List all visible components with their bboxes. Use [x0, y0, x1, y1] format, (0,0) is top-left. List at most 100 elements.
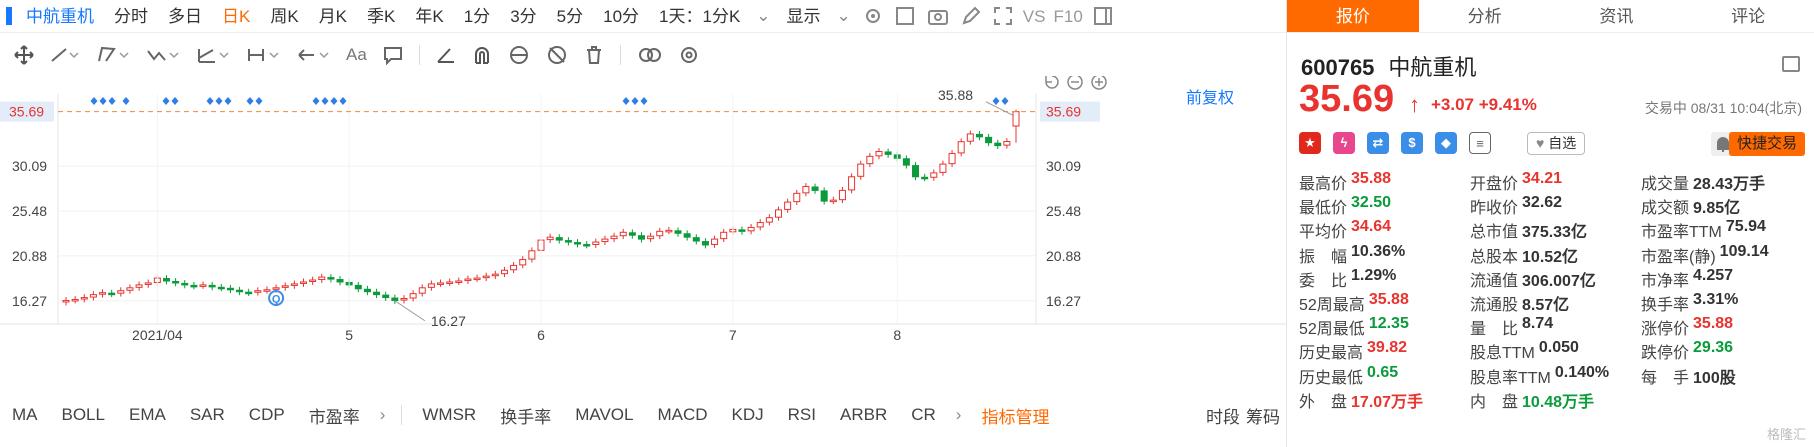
comment-icon[interactable] [383, 45, 403, 65]
stats-grid: 最高价 35.88 开盘价 34.21 成交量 28.43万手 最低价 32.50 昨收价 32.… [1299, 170, 1809, 412]
stock-code: 600765 [1301, 55, 1375, 80]
panel-layout-icon[interactable] [1782, 56, 1800, 72]
shuffle-icon[interactable]: ⇄ [1367, 132, 1389, 154]
candle-body [857, 163, 865, 177]
indicator-ema[interactable]: EMA [117, 405, 178, 425]
f10-button[interactable]: F10 [1049, 0, 1086, 33]
notes-icon[interactable]: ≡ [1469, 132, 1491, 154]
candle-body [848, 176, 856, 191]
indicator-cr[interactable]: CR [899, 405, 948, 425]
kline-chart[interactable]: 30.09 30.09 25.48 25.48 20.88 20.88 16.27 16.27… [0, 76, 1286, 384]
range-tool-icon[interactable] [246, 45, 280, 65]
indicator-turnover[interactable]: 换手率 [488, 403, 563, 428]
tag-icon[interactable]: ◆ [1435, 132, 1457, 154]
stat-label: 成交量 [1641, 176, 1690, 194]
fullscreen-icon[interactable] [993, 6, 1013, 26]
tab-analysis[interactable]: 分析 [1419, 0, 1551, 32]
line-tool-icon[interactable] [50, 45, 80, 65]
price-change: +3.07 +9.41% [1431, 95, 1537, 115]
chevron-right-icon[interactable]: › [948, 405, 970, 425]
chevron-down-icon[interactable]: ⌄ [837, 6, 851, 26]
move-icon[interactable] [14, 45, 34, 65]
dollar-icon[interactable]: $ [1401, 132, 1423, 154]
indicator-boll[interactable]: BOLL [50, 405, 117, 425]
indicator-cdp[interactable]: CDP [237, 405, 297, 425]
arrow-tool-icon[interactable] [296, 45, 330, 65]
zoom-in-plus [1095, 78, 1103, 86]
tab-news[interactable]: 资讯 [1551, 0, 1683, 32]
candle-body [245, 291, 253, 295]
candle-body [135, 284, 143, 288]
tab-5min[interactable]: 5分 [547, 0, 593, 33]
tab-weekly-k[interactable]: 周K [260, 0, 308, 33]
x-tick-label: 6 [537, 327, 545, 343]
magnet-icon[interactable] [472, 45, 492, 65]
pencil-icon[interactable] [961, 6, 981, 26]
indicator-sar[interactable]: SAR [178, 405, 237, 425]
display-menu[interactable]: 显示 [777, 0, 831, 33]
indicator-macd[interactable]: MACD [645, 405, 719, 425]
indicator-manage-button[interactable]: 指标管理 [969, 403, 1061, 428]
gear-icon[interactable] [679, 45, 699, 65]
link-icon[interactable] [637, 45, 663, 65]
tab-intraday[interactable]: 分时 [104, 0, 158, 33]
quick-trade-button[interactable]: 快捷交易 [1728, 132, 1805, 156]
tab-quarterly-k[interactable]: 季K [357, 0, 405, 33]
square-icon[interactable] [895, 6, 915, 26]
indicator-mavol[interactable]: MAVOL [563, 405, 645, 425]
chevron-down-icon[interactable]: ⌄ [756, 6, 770, 26]
polyline-tool-icon[interactable] [96, 45, 130, 65]
trash-icon[interactable] [584, 45, 604, 65]
adjust-mode-button[interactable]: 前复权 [1186, 84, 1234, 108]
candle-body [62, 299, 70, 303]
candle-body [546, 236, 554, 241]
hide-icon[interactable] [546, 45, 568, 65]
indicator-rsi[interactable]: RSI [776, 405, 828, 425]
tab-yearly-k[interactable]: 年K [405, 0, 453, 33]
low-annotation-label: 16.27 [431, 313, 466, 329]
wave-tool-icon[interactable] [146, 45, 180, 65]
tab-monthly-k[interactable]: 月K [309, 0, 357, 33]
indicator-ma[interactable]: MA [0, 405, 50, 425]
camera-icon[interactable] [927, 6, 949, 26]
chevron-right-icon[interactable]: › [372, 405, 394, 425]
tab-1day-1min-k[interactable]: 1天：1分K [649, 0, 750, 33]
session-button[interactable]: 时段 [1202, 403, 1244, 428]
gear-icon[interactable] [863, 6, 883, 26]
tab-multiday[interactable]: 多日 [158, 0, 212, 33]
eye-icon[interactable] [508, 45, 530, 65]
signal-diamond [122, 97, 130, 105]
tab-comments[interactable]: 评论 [1682, 0, 1814, 32]
indicator-wmsr[interactable]: WMSR [410, 405, 488, 425]
tab-1min[interactable]: 1分 [454, 0, 500, 33]
angle-tool-icon[interactable] [436, 45, 456, 65]
ruler-tool-icon[interactable] [196, 45, 230, 65]
x-tick-label: 8 [893, 327, 901, 343]
candle-body [473, 277, 481, 281]
candle-body [254, 290, 262, 293]
tab-daily-k[interactable]: 日K [212, 0, 260, 33]
vs-button[interactable]: VS [1019, 0, 1050, 33]
candle-body [172, 280, 180, 284]
text-tool-icon[interactable]: Aa [346, 45, 367, 65]
signal-diamond [246, 97, 254, 105]
tab-10min[interactable]: 10分 [593, 0, 649, 33]
indicator-kdj[interactable]: KDJ [720, 405, 776, 425]
candle-body [300, 281, 307, 284]
x-tick-label: 5 [345, 327, 353, 343]
add-watchlist-button[interactable]: ♥ 自选 [1527, 132, 1586, 155]
stock-name-tab[interactable]: 中航重机 [16, 0, 104, 33]
chip-distribution-button[interactable]: 筹码 [1244, 403, 1286, 428]
indicator-arbr[interactable]: ARBR [828, 405, 899, 425]
signal-diamond [640, 97, 648, 105]
lightning-icon[interactable]: ϟ [1333, 132, 1355, 154]
stat-label: 股息率TTM [1470, 369, 1551, 387]
stat-value: 10.52亿 [1522, 248, 1579, 266]
chart-panel: 中航重机 分时 多日 日K 周K 月K 季K 年K 1分 3分 5分 10分 1… [0, 0, 1286, 447]
tab-3min[interactable]: 3分 [500, 0, 546, 33]
watermark-logo: 格隆汇 [1766, 427, 1806, 442]
tab-quote[interactable]: 报价 [1287, 0, 1419, 32]
candle-body [829, 199, 837, 203]
indicator-pe[interactable]: 市盈率 [297, 403, 372, 428]
sidebar-toggle-icon[interactable] [1093, 6, 1113, 26]
